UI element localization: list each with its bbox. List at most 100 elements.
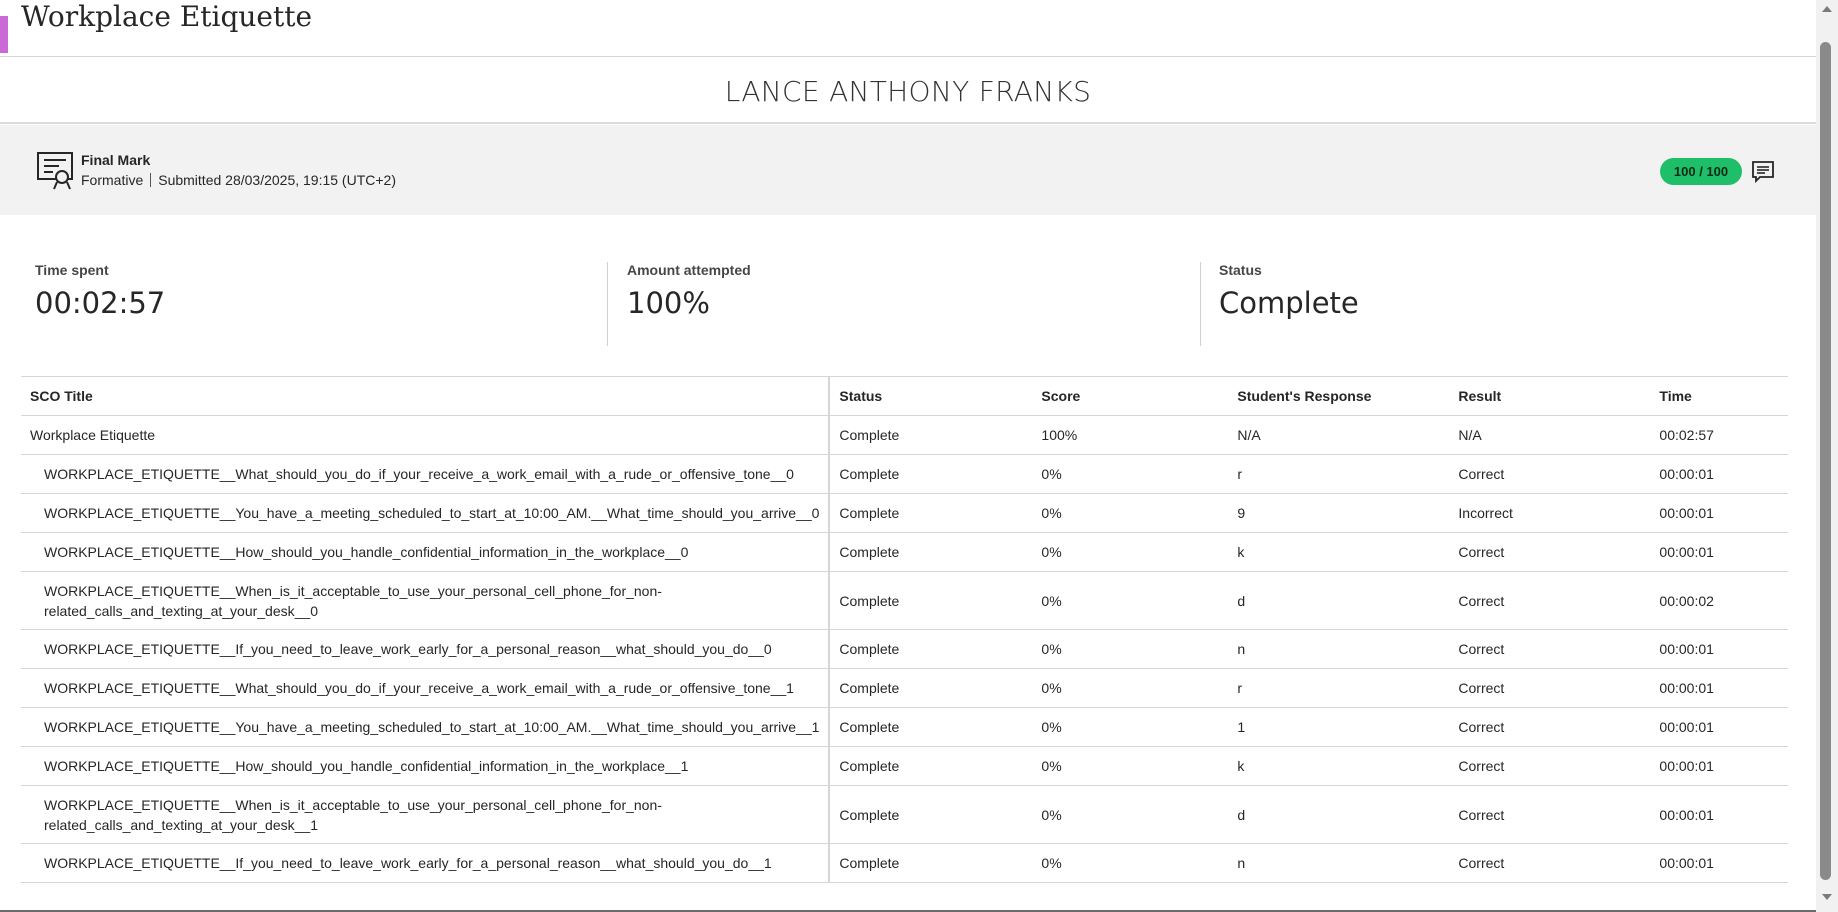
cell-status: Complete: [829, 532, 1033, 572]
assessment-type: Formative: [81, 172, 144, 188]
cell-score: 0%: [1032, 668, 1229, 708]
cell-time: 00:00:02: [1650, 571, 1788, 630]
title-accent: [0, 16, 8, 53]
time-spent-value: 00:02:57: [35, 286, 166, 320]
cell-score: 0%: [1032, 571, 1229, 630]
header-student-response: Student's Response: [1228, 376, 1450, 416]
status-label: Status: [1219, 262, 1262, 278]
cell-result: Correct: [1449, 532, 1651, 572]
cell-result: Correct: [1449, 571, 1651, 630]
score-badge[interactable]: 100 / 100: [1660, 158, 1742, 185]
cell-time: 00:00:01: [1650, 668, 1788, 708]
cell-status: Complete: [829, 493, 1033, 533]
cell-time: 00:00:01: [1650, 843, 1788, 883]
cell-result: Incorrect: [1449, 493, 1651, 533]
title-bar: Workplace Etiquette: [0, 0, 1816, 57]
header-score: Score: [1032, 376, 1229, 416]
cell-score: 0%: [1032, 629, 1229, 669]
table-row: WORKPLACE_ETIQUETTE__How_should_you_hand…: [21, 532, 1788, 572]
cell-result: N/A: [1449, 415, 1651, 455]
cell-score: 0%: [1032, 746, 1229, 786]
cell-score: 0%: [1032, 707, 1229, 747]
cell-time: 00:00:01: [1650, 785, 1788, 844]
table-header-row: SCO Title Status Score Student's Respons…: [21, 376, 1788, 416]
cell-student-response: 9: [1228, 493, 1450, 533]
header-status: Status: [829, 376, 1033, 416]
submitted-date: Submitted 28/03/2025, 19:15 (UTC+2): [158, 172, 396, 188]
final-mark-meta: Formative Submitted 28/03/2025, 19:15 (UT…: [81, 172, 396, 188]
cell-status: Complete: [829, 707, 1033, 747]
cell-student-response: 1: [1228, 707, 1450, 747]
cell-student-response: d: [1228, 785, 1450, 844]
cell-status: Complete: [829, 454, 1033, 494]
cell-score: 0%: [1032, 493, 1229, 533]
cell-sco-title: WORKPLACE_ETIQUETTE__How_should_you_hand…: [21, 532, 831, 572]
cell-sco-title: WORKPLACE_ETIQUETTE__What_should_you_do_…: [21, 668, 831, 708]
cell-time: 00:00:01: [1650, 707, 1788, 747]
table-row: WORKPLACE_ETIQUETTE__If_you_need_to_leav…: [21, 629, 1788, 669]
status-value: Complete: [1219, 286, 1359, 320]
amount-attempted-label: Amount attempted: [627, 262, 751, 278]
table-row: WORKPLACE_ETIQUETTE__What_should_you_do_…: [21, 668, 1788, 708]
cell-time: 00:00:01: [1650, 532, 1788, 572]
table-row: Workplace Etiquette Complete 100% N/A N/A 00:…: [21, 415, 1788, 455]
cell-student-response: n: [1228, 629, 1450, 669]
cell-sco-title: WORKPLACE_ETIQUETTE__What_should_you_do_…: [21, 454, 831, 494]
cell-status: Complete: [829, 746, 1033, 786]
meta-separator: [150, 173, 152, 187]
table-row: WORKPLACE_ETIQUETTE__You_have_a_meeting_…: [21, 493, 1788, 533]
cell-student-response: d: [1228, 571, 1450, 630]
feedback-icon[interactable]: [1751, 160, 1775, 184]
table-row: WORKPLACE_ETIQUETTE__When_is_it_acceptab…: [21, 571, 1788, 630]
cell-result: Correct: [1449, 454, 1651, 494]
table-row: WORKPLACE_ETIQUETTE__If_you_need_to_leav…: [21, 843, 1788, 883]
student-name: LANCE ANTHONY FRANKS: [724, 75, 1092, 108]
cell-time: 00:00:01: [1650, 629, 1788, 669]
cell-sco-title: WORKPLACE_ETIQUETTE__If_you_need_to_leav…: [21, 843, 831, 883]
cell-status: Complete: [829, 843, 1033, 883]
cell-student-response: k: [1228, 746, 1450, 786]
cell-result: Correct: [1449, 707, 1651, 747]
stat-amount-attempted: Amount attempted 100%: [627, 262, 751, 346]
stat-divider: [607, 262, 608, 346]
cell-score: 0%: [1032, 843, 1229, 883]
cell-student-response: n: [1228, 843, 1450, 883]
cell-status: Complete: [829, 785, 1033, 844]
cell-score: 0%: [1032, 532, 1229, 572]
table-row: WORKPLACE_ETIQUETTE__What_should_you_do_…: [21, 454, 1788, 494]
cell-sco-title: WORKPLACE_ETIQUETTE__If_you_need_to_leav…: [21, 629, 831, 669]
scrollbar-thumb[interactable]: [1820, 42, 1831, 880]
cell-sco-title: WORKPLACE_ETIQUETTE__You_have_a_meeting_…: [21, 707, 831, 747]
cell-sco-title: WORKPLACE_ETIQUETTE__When_is_it_acceptab…: [21, 571, 831, 630]
cell-score: 0%: [1032, 454, 1229, 494]
final-mark-label: Final Mark: [81, 152, 151, 168]
scroll-down-arrow-icon[interactable]: [1822, 894, 1832, 900]
cell-status: Complete: [829, 629, 1033, 669]
cell-result: Correct: [1449, 668, 1651, 708]
cell-status: Complete: [829, 415, 1033, 455]
cell-score: 100%: [1032, 415, 1229, 455]
cell-sco-title: WORKPLACE_ETIQUETTE__When_is_it_acceptab…: [21, 785, 831, 844]
table-row: WORKPLACE_ETIQUETTE__You_have_a_meeting_…: [21, 707, 1788, 747]
page-frame: Workplace Etiquette LANCE ANTHONY FRANKS…: [0, 0, 1816, 912]
scroll-up-arrow-icon[interactable]: [1822, 6, 1832, 12]
sco-results-table: SCO Title Status Score Student's Respons…: [21, 376, 1788, 883]
cell-time: 00:00:01: [1650, 493, 1788, 533]
table-row: WORKPLACE_ETIQUETTE__How_should_you_hand…: [21, 746, 1788, 786]
cell-result: Correct: [1449, 746, 1651, 786]
time-spent-label: Time spent: [35, 262, 109, 278]
cell-result: Correct: [1449, 629, 1651, 669]
cell-status: Complete: [829, 668, 1033, 708]
header-result: Result: [1449, 376, 1651, 416]
cell-sco-title: Workplace Etiquette: [21, 415, 831, 455]
header-sco-title: SCO Title: [21, 376, 831, 416]
cell-result: Correct: [1449, 843, 1651, 883]
certificate-icon: [37, 152, 73, 190]
cell-result: Correct: [1449, 785, 1651, 844]
cell-sco-title: WORKPLACE_ETIQUETTE__You_have_a_meeting_…: [21, 493, 831, 533]
cell-time: 00:00:01: [1650, 454, 1788, 494]
cell-status: Complete: [829, 571, 1033, 630]
cell-student-response: N/A: [1228, 415, 1450, 455]
stat-time-spent: Time spent 00:02:57: [35, 262, 165, 346]
student-header: LANCE ANTHONY FRANKS: [0, 57, 1816, 124]
